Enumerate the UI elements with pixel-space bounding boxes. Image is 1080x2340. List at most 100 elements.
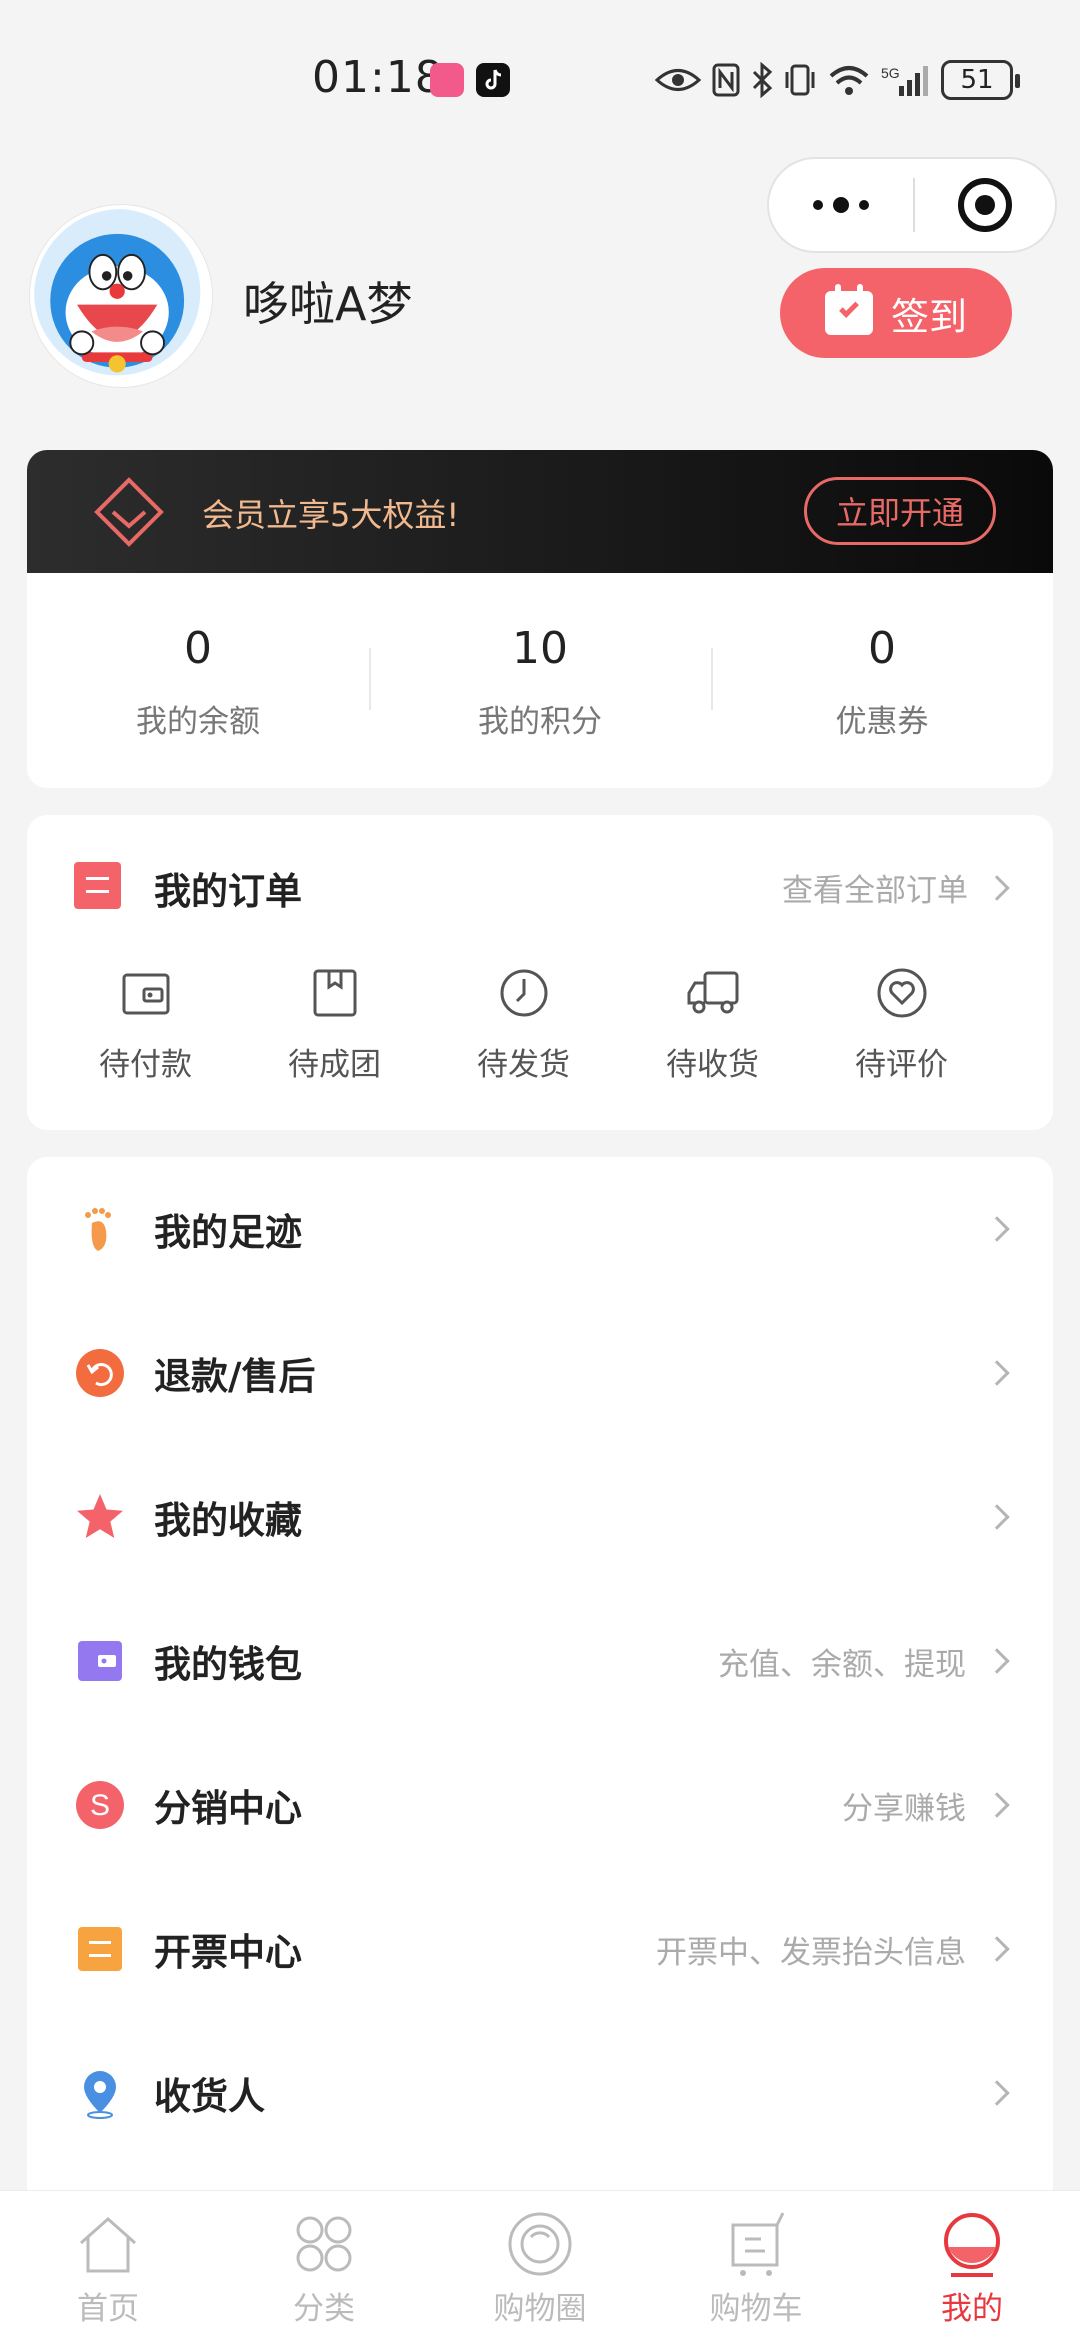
menu-item-label: 分销中心 [154, 1787, 302, 1830]
order-status-label: 待成团 [288, 1047, 381, 1083]
close-mini-program-button[interactable] [915, 159, 1055, 251]
refund-icon [74, 1347, 126, 1399]
stat-coupons[interactable]: 0 优惠券 [711, 573, 1053, 788]
chevron-right-icon [984, 1648, 1010, 1674]
menu-card: 我的足迹 退款/售后 我的收藏 我的钱包 充值、余额、提现 S 分销中心 分享赚… [27, 1157, 1053, 2197]
eye-icon [655, 69, 701, 91]
target-icon [958, 178, 1012, 232]
member-benefits-text: 会员立享5大权益! [202, 496, 460, 534]
truck-icon [687, 971, 738, 1014]
signal-icon: 5G [881, 65, 928, 96]
order-status-label: 待发货 [477, 1047, 570, 1083]
stat-label: 我的积分 [478, 704, 602, 740]
sign-in-button[interactable]: 签到 [780, 268, 1012, 358]
order-status-label: 待收货 [666, 1047, 759, 1083]
sign-in-label: 签到 [890, 294, 967, 339]
menu-item-label: 收货人 [154, 2075, 265, 2118]
calendar-check-icon [824, 284, 873, 335]
bluetooth-icon [752, 62, 773, 98]
category-icon [296, 2216, 352, 2272]
svg-text:S: S [90, 1789, 110, 1822]
tiktok-app-icon [476, 63, 510, 97]
s-coin-icon: S [74, 1779, 126, 1831]
star-icon [74, 1491, 126, 1543]
wifi-icon [829, 66, 869, 95]
member-card: 会员立享5大权益! 立即开通 0 我的余额 10 我的积分 0 优惠券 [27, 450, 1053, 788]
menu-item-subtitle: 分享赚钱 [842, 1790, 966, 1827]
home-icon [80, 2216, 136, 2273]
avatar[interactable] [30, 205, 212, 387]
diamond-icon [94, 477, 164, 547]
menu-item-footprints[interactable]: 我的足迹 [27, 1157, 1053, 1301]
view-all-orders-label: 查看全部订单 [782, 873, 968, 909]
order-status-pending-receipt[interactable]: 待收货 [618, 965, 807, 1084]
vibrate-icon [785, 64, 815, 96]
tab-cart[interactable]: 购物车 [648, 2191, 864, 2340]
stat-label: 我的余额 [136, 704, 260, 740]
menu-item-label: 我的收藏 [154, 1499, 302, 1542]
bilibili-app-icon [430, 63, 464, 97]
svg-text:5G: 5G [881, 65, 900, 81]
stat-label: 优惠券 [835, 704, 929, 740]
chevron-right-icon [984, 1216, 1010, 1242]
activate-membership-button[interactable]: 立即开通 [804, 477, 996, 545]
menu-item-favorites[interactable]: 我的收藏 [27, 1445, 1053, 1589]
menu-item-subtitle: 开票中、发票抬头信息 [656, 1934, 966, 1971]
stat-value: 0 [868, 623, 896, 674]
invoice-icon [74, 1923, 126, 1975]
tab-bar: 首页 分类 购物圈 购物车 我的 [0, 2190, 1080, 2340]
tab-label: 购物车 [709, 2291, 803, 2327]
menu-item-label: 我的钱包 [154, 1643, 302, 1686]
member-banner: 会员立享5大权益! 立即开通 [27, 450, 1053, 573]
tab-mine[interactable]: 我的 [864, 2191, 1080, 2340]
status-bar: 01:18 5G 51 [0, 0, 1080, 150]
order-status-pending-payment[interactable]: 待付款 [51, 965, 240, 1084]
chevron-right-icon [984, 1360, 1010, 1386]
stats-row: 0 我的余额 10 我的积分 0 优惠券 [27, 573, 1053, 788]
tab-category[interactable]: 分类 [216, 2191, 432, 2340]
order-list-icon [74, 862, 121, 909]
menu-item-subtitle: 充值、余额、提现 [718, 1646, 966, 1683]
mini-program-capsule [767, 157, 1057, 253]
cart-icon [731, 2212, 785, 2276]
tab-label: 我的 [941, 2291, 1003, 2327]
order-status-pending-review[interactable]: 待评价 [807, 965, 996, 1084]
stat-value: 0 [184, 623, 212, 674]
footprint-icon [74, 1203, 126, 1255]
order-title: 我的订单 [154, 870, 302, 913]
tab-home[interactable]: 首页 [0, 2191, 216, 2340]
profile-icon [944, 2213, 1000, 2277]
menu-item-label: 开票中心 [154, 1931, 302, 1974]
clock-icon [500, 969, 547, 1017]
chevron-right-icon [984, 1504, 1010, 1530]
chevron-right-icon [984, 2080, 1010, 2106]
order-status-label: 待评价 [855, 1047, 948, 1083]
order-status-row: 待付款 待成团 待发货 待收货 待评价 [27, 965, 1053, 1084]
menu-item-label: 退款/售后 [154, 1355, 316, 1398]
order-status-label: 待付款 [99, 1047, 192, 1083]
stat-value: 10 [512, 623, 568, 674]
order-card: 我的订单 查看全部订单 待付款 待成团 待发货 待收货 待评价 [27, 815, 1053, 1130]
chevron-right-icon [984, 1792, 1010, 1818]
menu-item-refund[interactable]: 退款/售后 [27, 1301, 1053, 1445]
wallet-icon [74, 1635, 126, 1687]
order-status-pending-group[interactable]: 待成团 [240, 965, 429, 1084]
menu-item-recipient[interactable]: 收货人 [27, 2021, 1053, 2165]
stat-balance[interactable]: 0 我的余额 [27, 573, 369, 788]
tab-label: 首页 [77, 2291, 139, 2327]
username: 哆啦A梦 [243, 277, 413, 331]
tab-shopping-circle[interactable]: 购物圈 [432, 2191, 648, 2340]
tab-label: 购物圈 [493, 2291, 587, 2327]
chevron-right-icon [984, 1936, 1010, 1962]
more-options-button[interactable] [769, 159, 913, 251]
menu-item-label: 我的足迹 [154, 1211, 302, 1254]
menu-item-wallet[interactable]: 我的钱包 充值、余额、提现 [27, 1589, 1053, 1733]
menu-item-distribution[interactable]: S 分销中心 分享赚钱 [27, 1733, 1053, 1877]
box-icon [313, 969, 356, 1017]
status-icons: 5G 51 [655, 55, 1020, 105]
order-status-pending-shipment[interactable]: 待发货 [429, 965, 618, 1084]
view-all-orders-link[interactable]: 查看全部订单 [782, 865, 1010, 910]
menu-item-invoice[interactable]: 开票中心 开票中、发票抬头信息 [27, 1877, 1053, 2021]
stat-points[interactable]: 10 我的积分 [369, 573, 711, 788]
location-pin-icon [74, 2067, 126, 2119]
